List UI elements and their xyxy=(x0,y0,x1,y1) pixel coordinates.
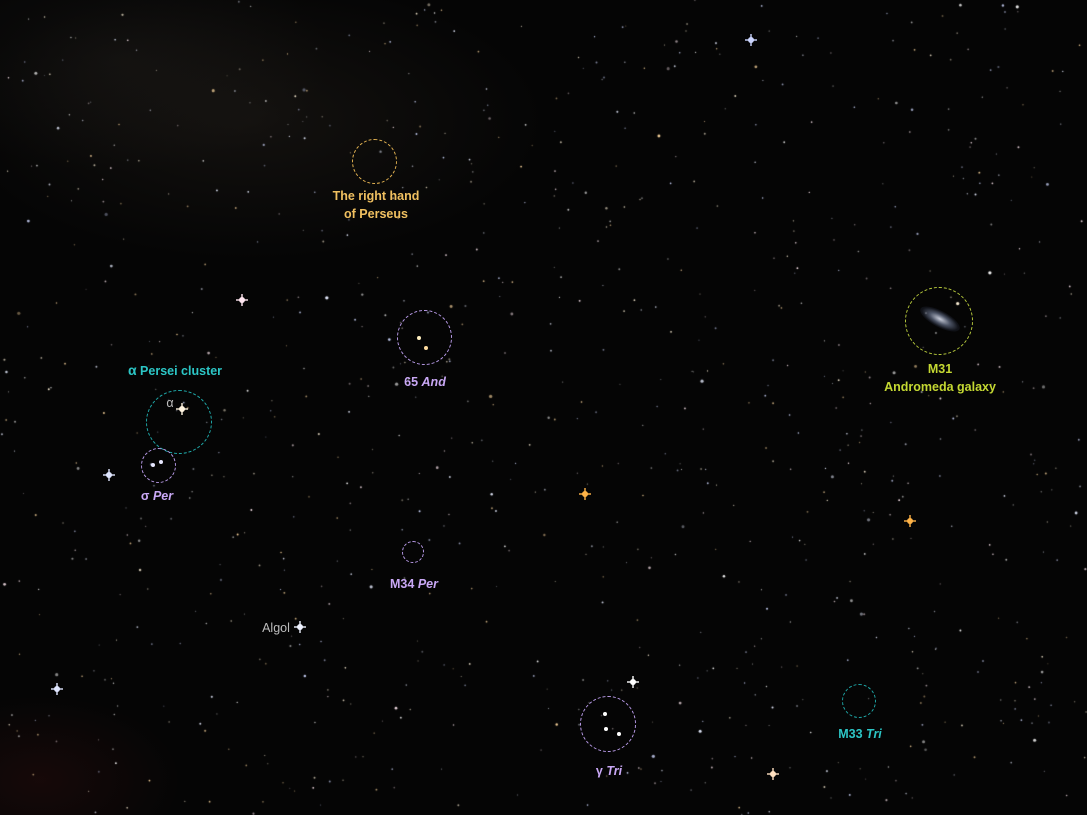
sigma-per-circle xyxy=(141,448,176,483)
white-star xyxy=(51,683,63,695)
alpha-persei-text: Persei cluster xyxy=(140,364,223,378)
cluster-star xyxy=(159,460,163,464)
cluster-star xyxy=(151,463,155,467)
m34-label: M34 Per xyxy=(370,575,458,593)
alpha-persei-label: α Persei cluster xyxy=(110,361,240,380)
m31-label: M31 Andromeda galaxy xyxy=(860,360,1020,396)
white-star xyxy=(103,469,115,481)
gamma-tri-label: γ Tri xyxy=(576,762,642,780)
alpha-persei-circle xyxy=(146,390,212,454)
alpha-star-label: α xyxy=(166,396,174,410)
m33-label: M33 Tri xyxy=(818,725,902,743)
gamma-symbol: γ xyxy=(595,764,603,778)
cluster-star xyxy=(617,732,621,736)
m33-number: M33 xyxy=(838,727,863,741)
cluster-star xyxy=(603,712,607,716)
cluster-star xyxy=(417,336,421,340)
white-star xyxy=(627,676,639,688)
alpha-symbol: α xyxy=(127,362,137,378)
m34-constellation: Per xyxy=(417,577,438,591)
right-hand-line1: The right hand xyxy=(332,189,420,203)
sigma-per-label: σ Per xyxy=(124,487,190,505)
algol-label: Algol xyxy=(262,621,290,635)
white-star xyxy=(236,294,248,306)
right-hand-circle xyxy=(352,139,397,184)
sigma-constellation: Per xyxy=(152,489,174,503)
white-star xyxy=(767,768,779,780)
m31-name: Andromeda galaxy xyxy=(884,380,996,394)
gamma-tri-circle xyxy=(580,696,636,752)
m33-circle xyxy=(842,684,876,718)
65-and-number: 65 xyxy=(404,375,419,389)
algol-star xyxy=(294,621,306,633)
right-hand-line2: of Perseus xyxy=(344,207,408,221)
gamma-constellation: Tri xyxy=(606,764,623,778)
star-field: The right hand of Perseus 65 And M31 And… xyxy=(0,0,1087,815)
m31-designation: M31 xyxy=(927,362,953,376)
alpha-persei-star xyxy=(176,403,188,415)
m34-number: M34 xyxy=(390,577,415,591)
right-hand-label: The right hand of Perseus xyxy=(306,187,446,223)
orange-star xyxy=(904,515,916,527)
65-and-constellation: And xyxy=(421,375,446,389)
sigma-symbol: σ xyxy=(140,489,150,503)
cluster-star xyxy=(424,346,428,350)
white-star xyxy=(745,34,757,46)
65-and-circle xyxy=(397,310,452,365)
m33-constellation: Tri xyxy=(866,727,882,741)
orange-star xyxy=(579,488,591,500)
m34-circle xyxy=(402,541,424,563)
cluster-star xyxy=(604,727,608,731)
65-and-label: 65 And xyxy=(380,373,470,391)
